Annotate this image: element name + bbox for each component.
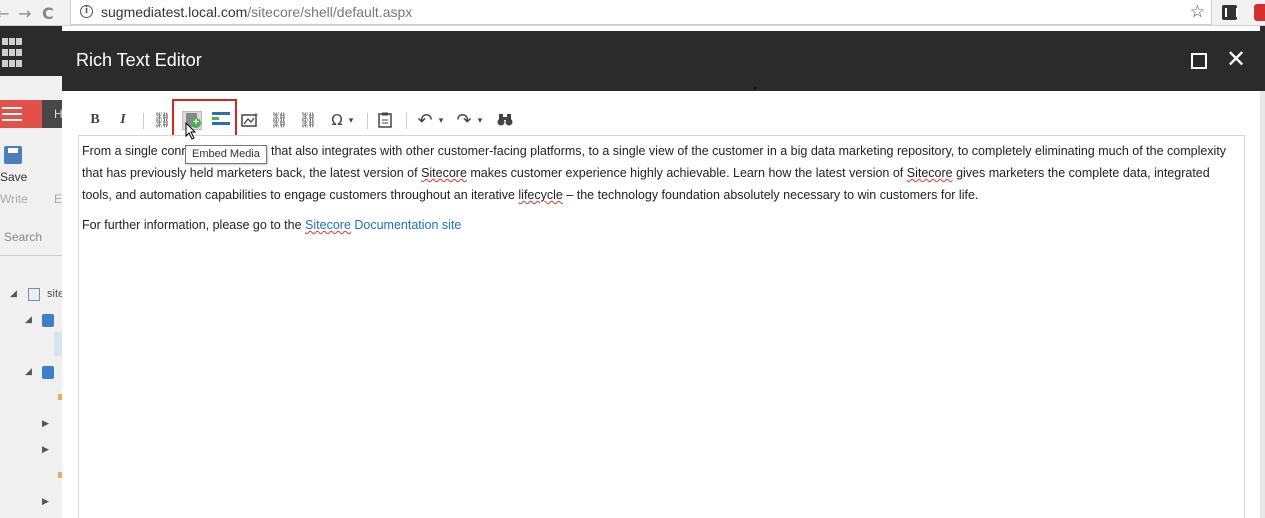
unlink-icon[interactable]: ⛓ — [298, 109, 318, 131]
tree-expand-icon[interactable]: ◢ — [25, 367, 32, 377]
tree-collapsed-icon[interactable]: ▶ — [42, 419, 49, 429]
bookmark-star-icon[interactable]: ☆ — [1190, 2, 1205, 22]
edit-group-label-partial: E — [54, 192, 63, 206]
undo-icon[interactable]: ↶ — [415, 109, 435, 131]
divider — [754, 87, 756, 89]
search-input[interactable]: Search — [4, 230, 42, 244]
special-characters-icon[interactable]: Ω — [328, 109, 346, 131]
dialog-title: Rich Text Editor — [76, 50, 202, 70]
back-arrow-icon[interactable]: ← — [0, 4, 9, 23]
extension-film-icon[interactable] — [1222, 5, 1238, 20]
browser-toolbar: ← → C i sugmediatest.local.com/sitecore/… — [0, 0, 1265, 26]
reload-icon[interactable]: C — [42, 4, 54, 23]
app-grid-icon[interactable] — [2, 38, 24, 70]
close-icon[interactable]: ✕ — [1226, 47, 1246, 71]
extension-red-icon[interactable] — [1254, 4, 1265, 21]
sitecore-right-edge-top — [1260, 26, 1265, 91]
tree-collapsed-icon[interactable]: ▶ — [42, 445, 49, 455]
insert-link-icon[interactable]: ⛓ — [269, 109, 289, 131]
chevron-down-icon[interactable]: ▾ — [436, 109, 446, 131]
tree-document-icon — [28, 288, 40, 301]
find-binoculars-icon[interactable] — [496, 109, 514, 131]
save-disk-icon[interactable] — [4, 146, 22, 164]
chevron-down-icon[interactable]: ▾ — [346, 109, 356, 131]
save-label[interactable]: Save — [0, 170, 27, 184]
tree-expand-icon[interactable]: ◢ — [25, 315, 32, 325]
sitecore-right-edge — [1260, 26, 1265, 518]
info-icon[interactable]: i — [80, 5, 93, 18]
dialog-header: Rich Text Editor ✕ — [62, 31, 1260, 91]
italic-button[interactable]: I — [116, 109, 130, 131]
tree-collapsed-icon[interactable]: ▶ — [42, 497, 49, 507]
insert-link-icon[interactable]: ⛓ — [152, 109, 172, 131]
write-group-label: Write — [0, 192, 28, 206]
hamburger-menu-icon[interactable] — [2, 107, 22, 125]
toolbar-separator — [143, 113, 144, 129]
chevron-down-icon[interactable]: ▾ — [475, 109, 485, 131]
ribbon-tab-partial[interactable]: H — [42, 100, 63, 128]
bold-button[interactable]: B — [88, 109, 102, 131]
tree-selected-item[interactable] — [54, 332, 62, 356]
svg-text:+: + — [253, 112, 259, 119]
content-paragraph: For further information, please go to th… — [82, 218, 462, 232]
tree-cubes-icon — [42, 314, 54, 327]
redo-icon[interactable]: ↷ — [454, 109, 474, 131]
tree-expand-icon[interactable]: ◢ — [10, 289, 17, 299]
tree-window-icon — [42, 366, 54, 379]
paste-icon[interactable] — [376, 109, 394, 131]
insert-image-icon[interactable]: + — [240, 109, 260, 131]
url-text: sugmediatest.local.com/sitecore/shell/de… — [101, 4, 413, 20]
toolbar-separator — [406, 113, 407, 129]
tooltip: Embed Media — [185, 145, 267, 164]
maximize-icon[interactable] — [1191, 53, 1207, 69]
divider — [0, 255, 62, 256]
mouse-cursor-icon — [185, 122, 197, 140]
documentation-link[interactable]: Sitecore Documentation site — [305, 218, 461, 232]
address-bar[interactable]: i sugmediatest.local.com/sitecore/shell/… — [70, 0, 1212, 25]
toolbar-separator — [367, 113, 368, 129]
forward-arrow-icon[interactable]: → — [18, 4, 31, 23]
